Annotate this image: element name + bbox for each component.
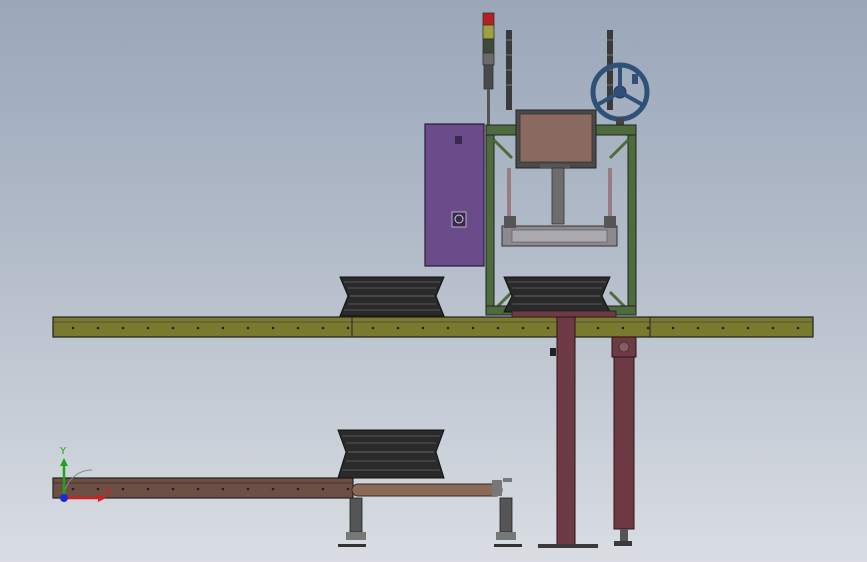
support-leg-right [494, 497, 522, 547]
cad-viewport[interactable]: X Y [0, 0, 867, 562]
lift-cylinder [611, 336, 637, 546]
support-post [511, 310, 617, 548]
signal-tower [482, 12, 495, 129]
electrical-cabinet [424, 123, 485, 267]
upper-conveyor-rail [52, 316, 814, 338]
y-axis-label: Y [59, 446, 67, 457]
wheel-rim-upper-right [503, 276, 611, 313]
handwheel [590, 62, 650, 128]
threaded-rods [506, 30, 613, 110]
support-leg-left [338, 497, 366, 547]
wheel-rim-upper-left [339, 276, 445, 317]
hmi-monitor [515, 109, 597, 225]
roller-transfer [351, 478, 512, 497]
machine-assembly-drawing: X Y [52, 12, 814, 548]
x-axis-label: X [104, 487, 111, 498]
wheel-rim-lower [337, 429, 445, 479]
z-axis-dot [60, 494, 68, 502]
